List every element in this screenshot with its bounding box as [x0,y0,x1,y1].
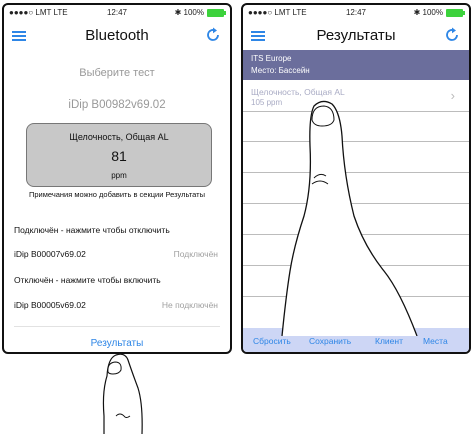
save-button[interactable]: Сохранить [309,336,351,346]
result-value: 105 ppm [251,98,283,107]
client-header: ITS Europe Место: Бассейн [243,50,469,80]
nav-bar: Bluetooth [4,20,230,50]
chevron-right-icon: › [450,88,455,103]
row-divider [243,296,469,297]
row-divider [243,265,469,266]
results-button[interactable]: Результаты [4,338,230,349]
bluetooth-screen: ●●●●○ LMT LTE 12:47 ✱ 100% Bluetooth Выб… [2,3,232,354]
reset-button[interactable]: Сбросить [253,336,291,346]
row-divider [243,141,469,142]
row-divider [243,111,469,112]
status-bar: ●●●●○ LMT LTE 12:47 ✱ 100% [4,5,230,19]
connected-device-name[interactable]: iDip B00007v69.02 [14,249,86,259]
battery-percent-label: 100% [183,8,204,17]
row-divider [243,203,469,204]
disconnected-device-status[interactable]: Не подключён [162,300,218,310]
page-title: Результаты [316,27,396,44]
choose-test-label[interactable]: Выберите тест [4,67,230,79]
places-button[interactable]: Места [423,336,448,346]
refresh-icon[interactable] [204,26,222,44]
result-name: Щелочность, Общая AL [251,87,345,97]
row-divider [243,234,469,235]
client-name: ITS Europe [251,54,292,63]
battery-percent-label: 100% [422,8,443,17]
row-divider [243,172,469,173]
bottom-toolbar: Сбросить Сохранить Клиент Места [243,328,469,352]
results-screen: ●●●●○ LMT LTE 12:47 ✱ 100% Результаты IT… [241,3,471,354]
divider [14,326,220,327]
test-unit: ppm [111,171,127,180]
test-result-box[interactable]: Щелочность, Общая AL 81 ppm [26,123,212,187]
page-title: Bluetooth [85,27,149,44]
client-button[interactable]: Клиент [375,336,403,346]
bluetooth-icon: ✱ [174,8,182,17]
connected-device-status[interactable]: Подключён [174,249,218,259]
battery-percent: ✱ 100% [414,8,443,17]
disconnected-section-header: Отключён - нажмите чтобы включить [14,275,161,285]
test-name: Щелочность, Общая AL [69,132,169,142]
finger-tap-icon [102,353,143,434]
connected-section-header: Подключён - нажмите чтобы отключить [14,225,170,235]
bluetooth-icon: ✱ [413,8,421,17]
test-value: 81 [111,148,127,164]
location-label: Место: Бассейн [251,66,310,75]
refresh-icon[interactable] [443,26,461,44]
result-row[interactable]: Щелочность, Общая AL 105 ppm › [243,83,469,111]
battery-icon [207,9,226,17]
status-bar: ●●●●○ LMT LTE 12:47 ✱ 100% [243,5,469,19]
disconnected-device-name[interactable]: iDip B00005v69.02 [14,300,86,310]
nav-bar: Результаты [243,20,469,50]
battery-percent: ✱ 100% [175,8,204,17]
note-text: Примечания можно добавить в секции Резул… [28,190,205,199]
battery-icon [446,9,465,17]
device-name[interactable]: iDip B00982v69.02 [4,99,230,111]
